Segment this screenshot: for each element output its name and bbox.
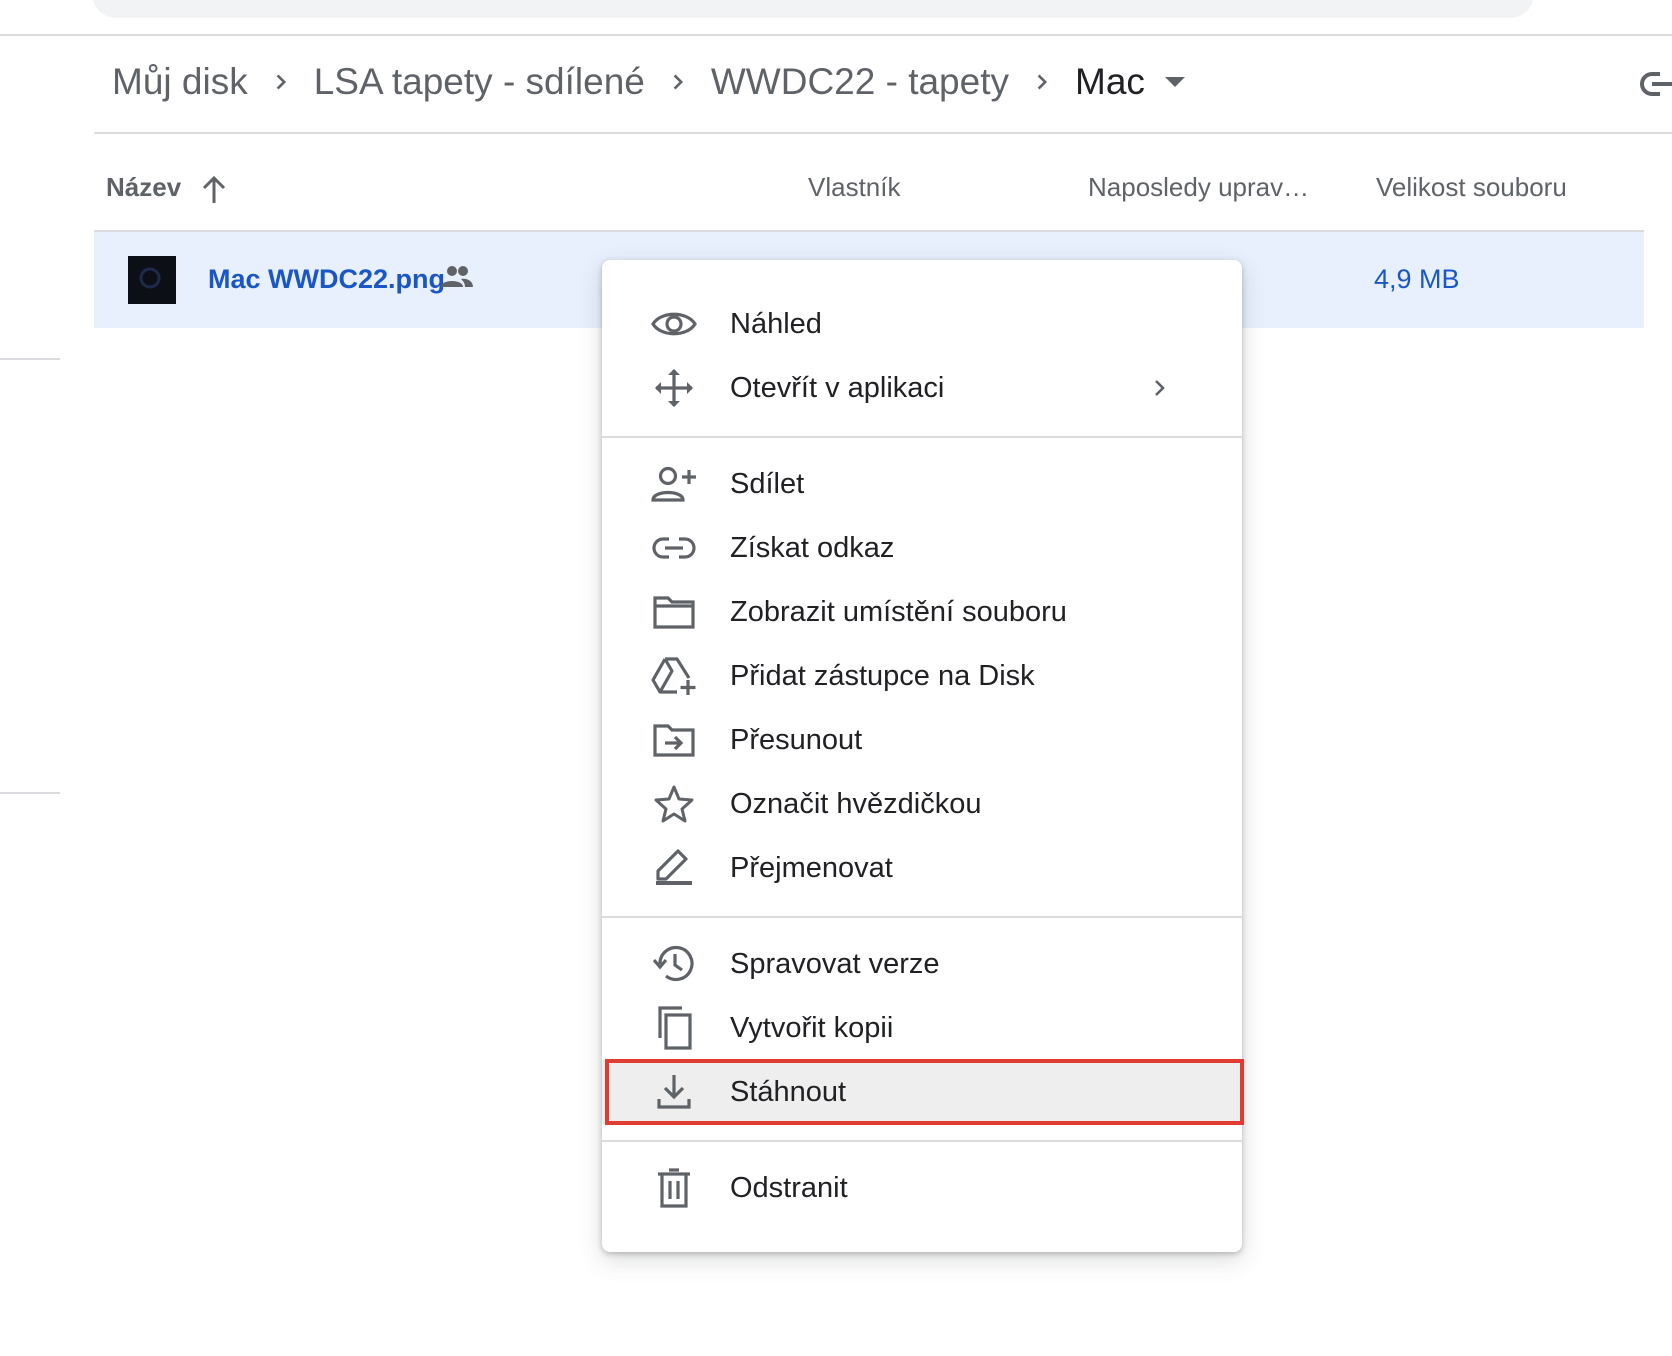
folder-icon [650,588,698,636]
eye-icon [650,300,698,348]
trash-icon [650,1164,698,1212]
menu-item-delete[interactable]: Odstranit [602,1156,1242,1220]
menu-item-label: Přesunout [730,724,863,756]
breadcrumb-item-my-drive[interactable]: Můj disk [112,61,248,103]
divider [0,34,1672,36]
file-size: 4,9 MB [1374,264,1460,294]
caret-down-icon[interactable] [1145,52,1205,112]
breadcrumb-item-wwdc22-tapety[interactable]: WWDC22 - tapety [711,61,1009,103]
menu-item-label: Přejmenovat [730,852,893,884]
chevron-right-icon [1009,52,1075,112]
menu-item-label: Odstranit [730,1172,848,1204]
column-header-name[interactable]: Název [106,172,181,203]
search-bar[interactable] [92,0,1534,18]
link-icon [650,524,698,572]
menu-item-star[interactable]: Označit hvězdičkou [602,772,1242,836]
menu-item-label: Označit hvězdičkou [730,788,982,820]
file-name[interactable]: Mac WWDC22.png [208,264,445,295]
menu-item-label: Náhled [730,308,822,340]
menu-item-label: Sdílet [730,468,805,500]
menu-item-move[interactable]: Přesunout [602,708,1242,772]
menu-item-make-copy[interactable]: Vytvořit kopii [602,996,1242,1060]
menu-item-label: Zobrazit umístění souboru [730,596,1067,628]
chevron-right-icon [1144,372,1176,404]
divider [0,792,60,794]
menu-item-label: Přidat zástupce na Disk [730,660,1035,692]
menu-item-label: Získat odkaz [730,532,895,564]
menu-item-manage-versions[interactable]: Spravovat verze [602,932,1242,996]
file-thumbnail [128,256,176,304]
people-icon [440,264,474,290]
history-icon [650,940,698,988]
star-icon [650,780,698,828]
arrow-up-icon[interactable] [199,174,229,206]
menu-item-rename[interactable]: Přejmenovat [602,836,1242,900]
menu-item-label: Otevřít v aplikaci [730,372,945,404]
copy-icon [650,1004,698,1052]
menu-separator [602,916,1242,918]
divider [94,132,1672,134]
menu-item-show-location[interactable]: Zobrazit umístění souboru [602,580,1242,644]
breadcrumb: Můj disk LSA tapety - sdílené WWDC22 - t… [112,52,1205,112]
chevron-right-icon [645,52,711,112]
link-icon[interactable] [1640,64,1672,104]
pencil-icon [650,844,698,892]
column-header-modified[interactable]: Naposledy uprav… [1088,172,1309,203]
breadcrumb-item-lsa-tapety[interactable]: LSA tapety - sdílené [314,61,645,103]
open-with-icon [650,364,698,412]
chevron-right-icon [248,52,314,112]
breadcrumb-item-mac[interactable]: Mac [1075,61,1145,103]
menu-item-preview[interactable]: Náhled [602,292,1242,356]
menu-separator [602,436,1242,438]
column-header-name-label: Název [106,172,182,202]
menu-item-label: Spravovat verze [730,948,940,980]
menu-item-share[interactable]: Sdílet [602,452,1242,516]
menu-item-add-shortcut[interactable]: Přidat zástupce na Disk [602,644,1242,708]
menu-separator [602,1140,1242,1142]
move-folder-icon [650,716,698,764]
menu-item-get-link[interactable]: Získat odkaz [602,516,1242,580]
highlight-frame [605,1059,1244,1125]
divider [0,358,60,360]
drive-shortcut-icon [650,652,698,700]
menu-item-open-with[interactable]: Otevřít v aplikaci [602,356,1242,420]
column-header-size[interactable]: Velikost souboru [1376,172,1567,203]
menu-item-label: Vytvořit kopii [730,1012,894,1044]
column-header-owner[interactable]: Vlastník [808,172,901,203]
person-add-icon [650,460,698,508]
